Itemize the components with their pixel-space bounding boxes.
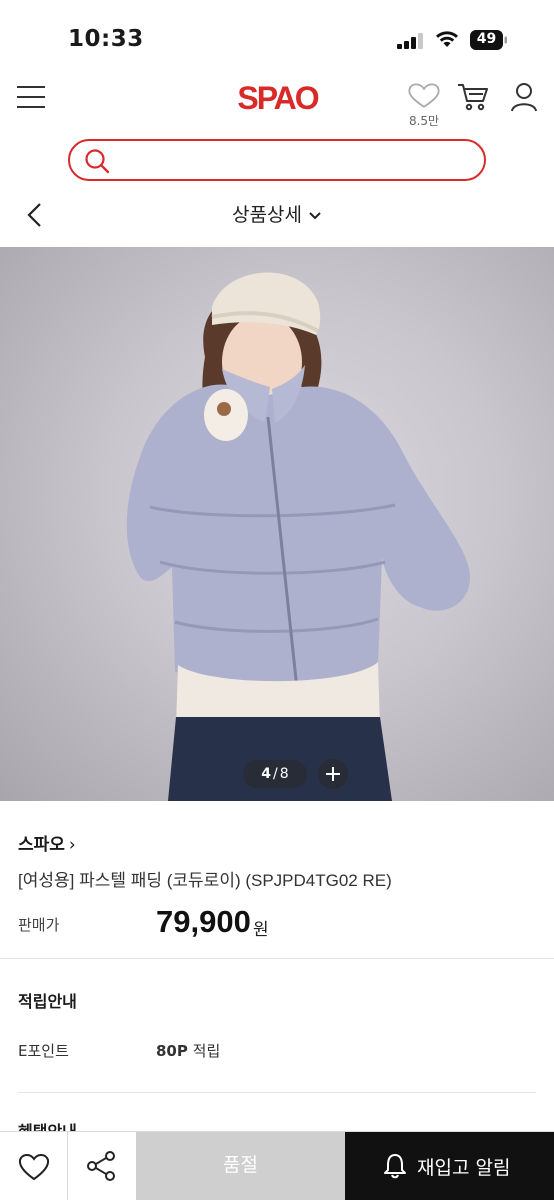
price-value: 79,900 [156, 904, 251, 939]
price-unit: 원 [253, 920, 269, 940]
wifi-icon [436, 31, 458, 47]
logo-text: SPAO [237, 80, 319, 116]
search-icon [85, 149, 110, 174]
price-label: 판매가 [18, 916, 60, 934]
status-bar: 10:33 49 [0, 0, 554, 68]
restock-alert-button[interactable]: 재입고 알림 [345, 1132, 554, 1200]
signal-icon [397, 33, 423, 49]
divider [0, 958, 554, 959]
restock-label: 재입고 알림 [417, 1157, 511, 1179]
user-icon[interactable] [510, 82, 538, 112]
soldout-button[interactable]: 품절 [136, 1132, 345, 1200]
page-title: 상품상세 [232, 204, 302, 226]
product-image[interactable] [0, 247, 554, 801]
share-button[interactable] [68, 1132, 136, 1200]
epoint-value: 80P 적립 [156, 1040, 220, 1061]
product-photo [126, 272, 470, 801]
chevron-down-icon [309, 211, 321, 219]
battery-icon: 49 [470, 30, 508, 50]
image-separator: / [273, 766, 278, 782]
chevron-right-icon: › [68, 835, 76, 855]
image-zoom-button[interactable] [318, 759, 348, 789]
points-section-title: 적립안내 [18, 992, 77, 1011]
divider [18, 1092, 536, 1093]
epoint-suffix: 적립 [192, 1042, 221, 1060]
wish-count: 8.5만 [408, 114, 440, 128]
image-counter: 4/8 [243, 760, 307, 788]
menu-icon[interactable] [16, 84, 46, 110]
page-title-dropdown[interactable]: 상품상세 [0, 200, 554, 227]
epoint-label: E포인트 [18, 1042, 69, 1060]
header: SPAO 8.5만 [0, 68, 554, 130]
heart-icon [408, 83, 440, 108]
spao-logo[interactable]: SPAO [220, 80, 335, 116]
battery-level: 49 [476, 31, 497, 47]
heart-icon [18, 1154, 50, 1181]
plus-icon [326, 767, 340, 781]
image-total: 8 [279, 766, 289, 782]
epoint-amount: 80P [156, 1042, 188, 1060]
brand-link[interactable]: 스파오 › [18, 830, 76, 855]
brand-name: 스파오 [18, 835, 65, 855]
image-current: 4 [261, 766, 272, 782]
bottom-action-bar: 품절 재입고 알림 [0, 1131, 554, 1200]
wishlist-button[interactable] [0, 1132, 68, 1200]
bell-icon [384, 1154, 406, 1179]
search-bar[interactable] [68, 139, 486, 181]
wishlist-button[interactable]: 8.5만 [404, 82, 444, 128]
search-input[interactable] [118, 147, 468, 173]
status-time: 10:33 [68, 26, 144, 52]
product-name: [여성용] 파스텔 패딩 (코듀로이) (SPJPD4TG02 RE) [18, 871, 392, 890]
share-icon [87, 1151, 115, 1181]
cart-icon[interactable] [457, 82, 489, 112]
sub-navigation: 상품상세 [0, 186, 554, 246]
